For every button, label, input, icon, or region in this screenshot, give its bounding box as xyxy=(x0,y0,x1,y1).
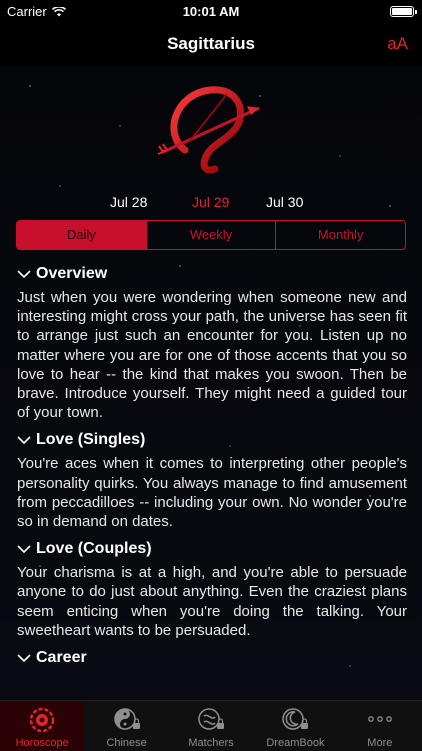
chevron-down-icon xyxy=(17,436,31,445)
love-couples-header[interactable]: Love (Couples) xyxy=(17,537,407,561)
tab-weekly[interactable]: Weekly xyxy=(145,221,276,249)
date-selector: Jul 28 Jul 29 Jul 30 xyxy=(0,194,422,214)
overview-header[interactable]: Overview xyxy=(17,262,407,286)
tab-chinese[interactable]: Chinese xyxy=(84,701,168,751)
status-bar: Carrier 10:01 AM xyxy=(0,0,422,22)
period-segmented-control: Daily Weekly Monthly xyxy=(16,220,406,250)
tab-label: DreamBook xyxy=(266,737,325,749)
page-title: Sagittarius xyxy=(167,34,255,53)
chevron-down-icon xyxy=(17,654,31,663)
section-title: Love (Singles) xyxy=(36,431,146,449)
chevron-down-icon xyxy=(17,270,31,279)
section-title: Love (Couples) xyxy=(36,540,152,558)
status-time: 10:01 AM xyxy=(182,4,240,19)
tab-dreambook[interactable]: DreamBook xyxy=(253,701,337,751)
tab-monthly[interactable]: Monthly xyxy=(275,221,405,249)
tab-more[interactable]: More xyxy=(338,701,422,751)
horoscope-content[interactable]: Jul 28 Jul 29 Jul 30 Daily Weekly Monthl… xyxy=(0,66,422,700)
horoscope-sections: Overview Just when you were wondering wh… xyxy=(17,262,407,670)
tab-label: Horoscope xyxy=(15,737,69,749)
love-couples-text: Your charisma is at a high, and you're a… xyxy=(17,564,407,639)
overview-text: Just when you were wondering when someon… xyxy=(17,289,407,422)
tab-matchers[interactable]: Matchers xyxy=(169,701,253,751)
tab-bar: Horoscope Chinese Matchers DreamBook Mor… xyxy=(0,700,422,751)
date-next[interactable]: Jul 30 xyxy=(266,194,303,210)
tab-horoscope[interactable]: Horoscope xyxy=(0,701,85,751)
career-header[interactable]: Career xyxy=(17,646,407,670)
tab-label: Matchers xyxy=(188,737,234,749)
date-current[interactable]: Jul 29 xyxy=(192,194,229,210)
love-singles-header[interactable]: Love (Singles) xyxy=(17,428,407,452)
date-prev[interactable]: Jul 28 xyxy=(110,194,147,210)
love-singles-text: You're aces when it comes to interpretin… xyxy=(17,455,407,531)
chevron-down-icon xyxy=(17,545,31,554)
moon-icon xyxy=(282,708,309,730)
navigation-bar: Sagittarius aA xyxy=(0,22,422,66)
tab-label: Chinese xyxy=(106,737,147,749)
section-title: Career xyxy=(36,649,87,667)
tab-daily[interactable]: Daily xyxy=(17,221,146,249)
section-title: Overview xyxy=(36,265,108,282)
sagittarius-icon xyxy=(157,86,260,174)
yin-yang-icon xyxy=(113,708,140,730)
wheel-icon xyxy=(29,707,55,733)
matchers-icon xyxy=(198,708,225,730)
tab-label: More xyxy=(367,737,393,749)
font-size-button[interactable]: aA xyxy=(387,34,408,54)
more-icon xyxy=(367,716,392,722)
battery-icon xyxy=(390,6,417,17)
